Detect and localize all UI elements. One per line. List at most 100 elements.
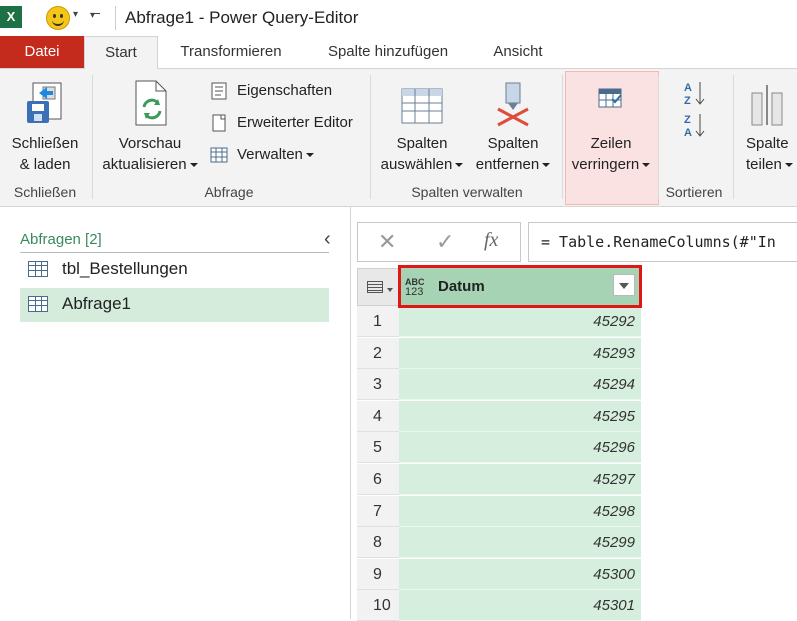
- remove-columns-button[interactable]: Spalten entfernen: [468, 73, 558, 181]
- group-separator: [733, 75, 734, 199]
- properties-label: Eigenschaften: [237, 82, 333, 99]
- title-separator: [115, 6, 116, 30]
- svg-text:A: A: [684, 127, 692, 139]
- table-row: 2 45293: [357, 337, 641, 369]
- refresh-preview-line1: Vorschau: [118, 135, 182, 152]
- group-separator: [562, 75, 563, 199]
- column-highlight-outline: [398, 265, 642, 308]
- group-separator: [92, 75, 93, 199]
- choose-columns-line1: Spalten: [396, 135, 448, 152]
- cell-datum[interactable]: 45300: [399, 558, 641, 590]
- cell-datum[interactable]: 45296: [399, 432, 641, 464]
- queries-pane: Abfragen [2] ‹ tbl_Bestellungen Abfrage1: [0, 207, 351, 619]
- confirm-formula-icon[interactable]: ✓: [436, 229, 454, 255]
- customize-quick-access-icon[interactable]: ▾: [90, 10, 102, 24]
- sort-ascending-icon: A Z: [684, 82, 705, 107]
- table-menu-button[interactable]: [357, 268, 399, 306]
- group-label-close: Schließen: [13, 184, 77, 200]
- ribbon-tabs: Datei Start Transformieren Spalte hinzuf…: [0, 36, 797, 70]
- split-column-line2: teilen: [746, 154, 797, 175]
- cell-datum[interactable]: 45293: [399, 337, 641, 369]
- table-row: 5 45296: [357, 432, 641, 464]
- reduce-rows-button[interactable]: Zeilen verringern: [565, 73, 657, 181]
- table-menu-icon: [367, 281, 383, 293]
- close-and-load-line2: & laden: [19, 156, 71, 173]
- insert-function-icon[interactable]: fx: [484, 229, 498, 252]
- row-number[interactable]: 5: [357, 432, 399, 464]
- tab-start[interactable]: Start: [84, 36, 158, 70]
- excel-app-icon[interactable]: X: [0, 6, 22, 28]
- title-bar: X ▾ ▾ Abfrage1 - Power Query-Editor: [0, 0, 797, 36]
- refresh-preview-line2: aktualisieren: [98, 154, 202, 175]
- split-column-button[interactable]: Spalte teilen: [738, 73, 797, 181]
- queries-header: Abfragen [2]: [20, 231, 102, 248]
- row-number[interactable]: 1: [357, 306, 399, 337]
- reduce-rows-line1: Zeilen: [590, 135, 632, 152]
- close-and-load-button[interactable]: Schließen & laden: [6, 73, 84, 181]
- feedback-dropdown-icon[interactable]: ▾: [73, 9, 78, 20]
- row-number[interactable]: 3: [357, 369, 399, 401]
- table-row: 6 45297: [357, 464, 641, 495]
- table-row: 10 45301: [357, 590, 641, 621]
- group-separator: [370, 75, 371, 199]
- split-column-line1: Spalte: [746, 135, 789, 152]
- svg-text:Z: Z: [684, 114, 691, 126]
- row-number[interactable]: 9: [357, 558, 399, 590]
- row-number[interactable]: 4: [357, 400, 399, 432]
- close-and-load-line1: Schließen: [11, 135, 79, 152]
- table-row: 9 45300: [357, 558, 641, 590]
- tab-view[interactable]: Ansicht: [478, 36, 558, 68]
- cell-datum[interactable]: 45298: [399, 495, 641, 527]
- refresh-preview-button[interactable]: Vorschau aktualisieren: [98, 73, 202, 181]
- formula-buttons: ✕ ✓ fx: [357, 222, 521, 262]
- group-separator: [658, 75, 659, 199]
- reduce-rows-line2: verringern: [565, 154, 657, 175]
- smiley-feedback-icon[interactable]: [46, 6, 70, 30]
- remove-columns-line1: Spalten: [487, 135, 539, 152]
- row-number[interactable]: 10: [357, 590, 399, 621]
- table-row: 4 45295: [357, 400, 641, 432]
- choose-columns-line2: auswählen: [376, 154, 468, 175]
- tab-add-column[interactable]: Spalte hinzufügen: [312, 36, 464, 68]
- choose-columns-button[interactable]: Spalten auswählen: [376, 73, 468, 181]
- group-label-query: Abfrage: [204, 184, 254, 200]
- cell-datum[interactable]: 45301: [399, 590, 641, 621]
- group-label-sort: Sortieren: [665, 184, 723, 200]
- table-row: 7 45298: [357, 495, 641, 527]
- reduce-rows-icon: [598, 88, 622, 108]
- cell-datum[interactable]: 45299: [399, 527, 641, 559]
- cell-datum[interactable]: 45292: [399, 306, 641, 337]
- query-label: tbl_Bestellungen: [62, 259, 188, 278]
- remove-columns-icon: [497, 82, 529, 127]
- cell-datum[interactable]: 45294: [399, 369, 641, 401]
- svg-text:A: A: [684, 82, 692, 94]
- sort-descending-icon: Z A: [684, 114, 705, 139]
- manage-label: Verwalten: [237, 143, 314, 167]
- window-title: Abfrage1 - Power Query-Editor: [125, 8, 359, 27]
- collapse-pane-icon[interactable]: ‹: [324, 228, 331, 251]
- formula-input[interactable]: = Table.RenameColumns(#"In: [528, 222, 797, 262]
- sort-ascending-button[interactable]: A Z: [683, 79, 707, 107]
- tab-transform[interactable]: Transformieren: [164, 36, 298, 68]
- choose-columns-icon: [401, 88, 443, 124]
- query-item-tbl-bestellungen[interactable]: tbl_Bestellungen: [20, 253, 329, 287]
- sort-descending-button[interactable]: Z A: [683, 111, 707, 139]
- query-item-abfrage1[interactable]: Abfrage1: [20, 288, 329, 322]
- properties-icon: [211, 82, 227, 100]
- cancel-formula-icon[interactable]: ✕: [378, 229, 396, 255]
- table-icon: [28, 261, 48, 277]
- close-and-load-icon: [27, 82, 62, 123]
- formula-text: = Table.RenameColumns(#"In: [541, 233, 776, 251]
- row-number[interactable]: 7: [357, 495, 399, 527]
- table-row: 1 45292: [357, 306, 641, 337]
- cell-datum[interactable]: 45295: [399, 400, 641, 432]
- tab-file[interactable]: Datei: [0, 36, 84, 68]
- row-number[interactable]: 6: [357, 464, 399, 495]
- row-number[interactable]: 8: [357, 527, 399, 559]
- query-label: Abfrage1: [62, 294, 131, 313]
- row-number[interactable]: 2: [357, 337, 399, 369]
- table-menu-dropdown-icon: [387, 288, 393, 292]
- advanced-editor-label: Erweiterter Editor: [237, 114, 353, 131]
- svg-text:Z: Z: [684, 95, 691, 107]
- cell-datum[interactable]: 45297: [399, 464, 641, 495]
